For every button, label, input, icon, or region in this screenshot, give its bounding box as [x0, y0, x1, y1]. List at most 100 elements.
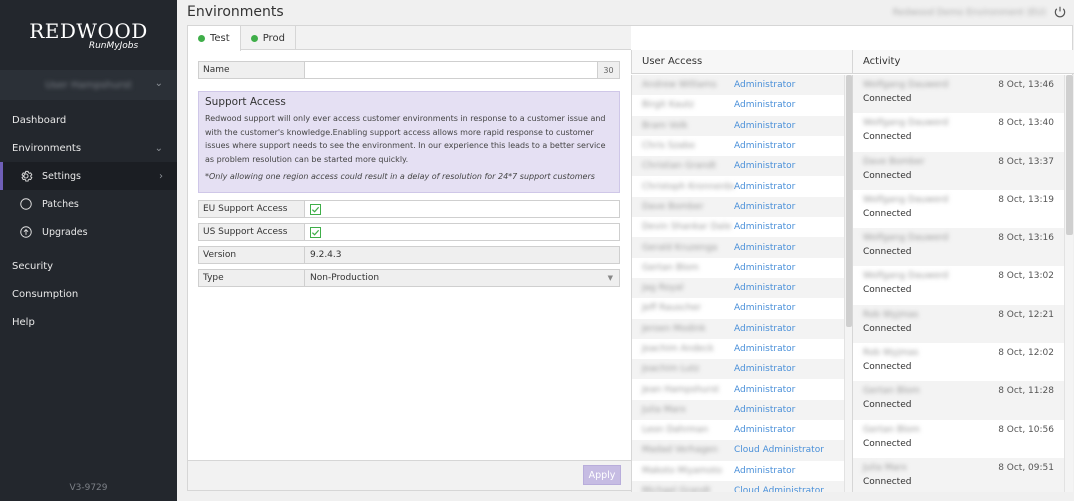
- user-access-row: Joachim Lutz Administrator: [632, 359, 844, 380]
- activity-row: Dave Bomber 8 Oct, 13:37 Connected: [853, 151, 1064, 190]
- activity-row: Gertan Blom 8 Oct, 11:28 Connected: [853, 381, 1064, 420]
- user-role-link[interactable]: Administrator: [734, 303, 795, 313]
- status-dot-icon: [198, 35, 205, 42]
- power-icon[interactable]: [1053, 5, 1067, 19]
- user-role-link[interactable]: Administrator: [734, 100, 795, 110]
- user-role-link[interactable]: Administrator: [734, 263, 795, 273]
- user-name: Makoto Miyamoto: [642, 465, 722, 476]
- activity-timestamp: 8 Oct, 12:02: [998, 348, 1054, 359]
- nav-settings[interactable]: Settings ›: [0, 162, 177, 190]
- support-access-text: Redwood support will only ever access cu…: [205, 114, 606, 164]
- user-menu[interactable]: User Hampshurst ⌄: [0, 70, 177, 100]
- activity-timestamp: 8 Oct, 12:21: [998, 309, 1054, 320]
- nav-dashboard[interactable]: Dashboard: [0, 106, 177, 134]
- user-role-link[interactable]: Administrator: [734, 161, 795, 171]
- user-access-row: Chris Szabo Administrator: [632, 136, 844, 156]
- activity-timestamp: 8 Oct, 13:46: [998, 80, 1054, 90]
- user-role-link[interactable]: Administrator: [734, 385, 795, 395]
- name-label: Name: [199, 62, 305, 78]
- activity-user: Rob Wyjmas: [863, 309, 919, 320]
- user-role-link[interactable]: Administrator: [734, 466, 795, 476]
- user-role-link[interactable]: Administrator: [734, 121, 795, 131]
- scrollbar-thumb[interactable]: [1066, 75, 1073, 235]
- user-access-row: Michael Grandt Cloud Administrator: [632, 480, 844, 492]
- user-role-link[interactable]: Administrator: [734, 141, 795, 151]
- user-name: Christian Grandt: [642, 161, 717, 172]
- checkmark-icon: [311, 229, 320, 236]
- name-input[interactable]: [305, 62, 597, 78]
- support-access-info: Support Access Redwood support will only…: [198, 91, 620, 193]
- nav-settings-label: Settings: [42, 170, 81, 182]
- us-support-checkbox[interactable]: [310, 226, 321, 238]
- user-access-row: Dave Bomber Administrator: [632, 196, 844, 218]
- user-access-row: Gerald Kruzenga Administrator: [632, 237, 844, 258]
- user-name: Michael Grandt: [642, 486, 711, 492]
- user-name: Jean Hampshurst: [642, 384, 720, 395]
- nav-help[interactable]: Help: [0, 308, 177, 336]
- activity-row: Wolfgang Dauwerd 8 Oct, 13:46 Connected: [853, 75, 1064, 114]
- user-name: Bram Volk: [642, 120, 688, 131]
- user-access-scrollbar[interactable]: [844, 75, 852, 492]
- tab-test[interactable]: Test: [188, 26, 241, 51]
- checkmark-icon: [311, 206, 320, 213]
- activity-user: Gertan Blom: [863, 386, 920, 397]
- user-role-link[interactable]: Administrator: [734, 182, 795, 192]
- user-role-link[interactable]: Administrator: [734, 202, 795, 212]
- activity-timestamp: 8 Oct, 10:56: [998, 424, 1054, 435]
- activity-user: Wolfgang Dauwerd: [863, 233, 949, 244]
- user-role-link[interactable]: Cloud Administrator: [734, 486, 824, 492]
- user-access-row: Jag Royal Administrator: [632, 277, 844, 299]
- user-role-link[interactable]: Administrator: [734, 344, 795, 354]
- user-name: Christoph Kronnenberg: [642, 181, 734, 192]
- user-role-link[interactable]: Administrator: [734, 80, 795, 90]
- chevron-down-icon: ⌄: [154, 142, 163, 154]
- user-access-row: Bram Volk Administrator: [632, 115, 844, 136]
- nav-upgrades-label: Upgrades: [42, 226, 88, 238]
- user-role-link[interactable]: Cloud Administrator: [734, 445, 824, 455]
- support-access-note: *Only allowing one region access could r…: [205, 172, 595, 181]
- user-name: Andrew Williams: [642, 80, 717, 91]
- chevron-down-icon: ⌄: [154, 78, 163, 89]
- user-role-link[interactable]: Administrator: [734, 283, 795, 293]
- user-name: Julia Marx: [642, 404, 686, 415]
- user-role-link[interactable]: Administrator: [734, 324, 795, 334]
- eu-support-row: EU Support Access: [198, 200, 620, 218]
- nav-upgrades[interactable]: Upgrades: [0, 218, 177, 246]
- activity-row: Wolfgang Dauwerd 8 Oct, 13:02 Connected: [853, 266, 1064, 304]
- type-select[interactable]: Non-Production ▼: [305, 270, 619, 286]
- user-name: Madad Verhagen: [642, 445, 718, 456]
- environment-form: Name 30 Support Access Redwood support w…: [198, 61, 620, 287]
- activity-timestamp: 8 Oct, 09:51: [998, 462, 1054, 473]
- eu-support-label: EU Support Access: [199, 201, 305, 217]
- user-role-link[interactable]: Administrator: [734, 405, 795, 415]
- user-name: Birgit Kautz: [642, 100, 695, 111]
- user-access-row: Joachim Andeck Administrator: [632, 339, 844, 359]
- tab-prod[interactable]: Prod: [241, 26, 296, 50]
- nav-environments[interactable]: Environments ⌄: [0, 134, 177, 162]
- activity-status: Connected: [863, 247, 912, 258]
- type-label: Type: [199, 270, 305, 286]
- nav-help-label: Help: [12, 316, 35, 328]
- user-role-link[interactable]: Administrator: [734, 425, 795, 435]
- user-role-link[interactable]: Administrator: [734, 243, 795, 253]
- activity-timestamp: 8 Oct, 13:02: [998, 271, 1054, 282]
- activity-timestamp: 8 Oct, 11:28: [998, 386, 1054, 397]
- activity-scrollbar[interactable]: [1064, 75, 1073, 492]
- user-access-row: Jeff Rauscher Administrator: [632, 298, 844, 318]
- version-value: 9.2.4.3: [305, 247, 619, 263]
- nav-security[interactable]: Security: [0, 252, 177, 280]
- user-role-link[interactable]: Administrator: [734, 364, 795, 374]
- activity-user: Wolfgang Dauwerd: [863, 271, 949, 282]
- user-name: Jeroen Modink: [642, 323, 706, 334]
- user-access-row: Birgit Kautz Administrator: [632, 95, 844, 115]
- activity-timestamp: 8 Oct, 13:37: [998, 156, 1054, 167]
- apply-button[interactable]: Apply: [583, 465, 621, 485]
- eu-support-checkbox[interactable]: [310, 203, 321, 215]
- activity-row: Julia Marx 8 Oct, 09:51 Connected: [853, 457, 1064, 492]
- nav-patches[interactable]: Patches: [0, 190, 177, 218]
- nav-consumption[interactable]: Consumption: [0, 280, 177, 308]
- user-access-row: Jean Hampshurst Administrator: [632, 379, 844, 399]
- upload-icon: [18, 224, 34, 240]
- activity-user: Wolfgang Dauwerd: [863, 80, 949, 90]
- user-role-link[interactable]: Administrator: [734, 222, 795, 232]
